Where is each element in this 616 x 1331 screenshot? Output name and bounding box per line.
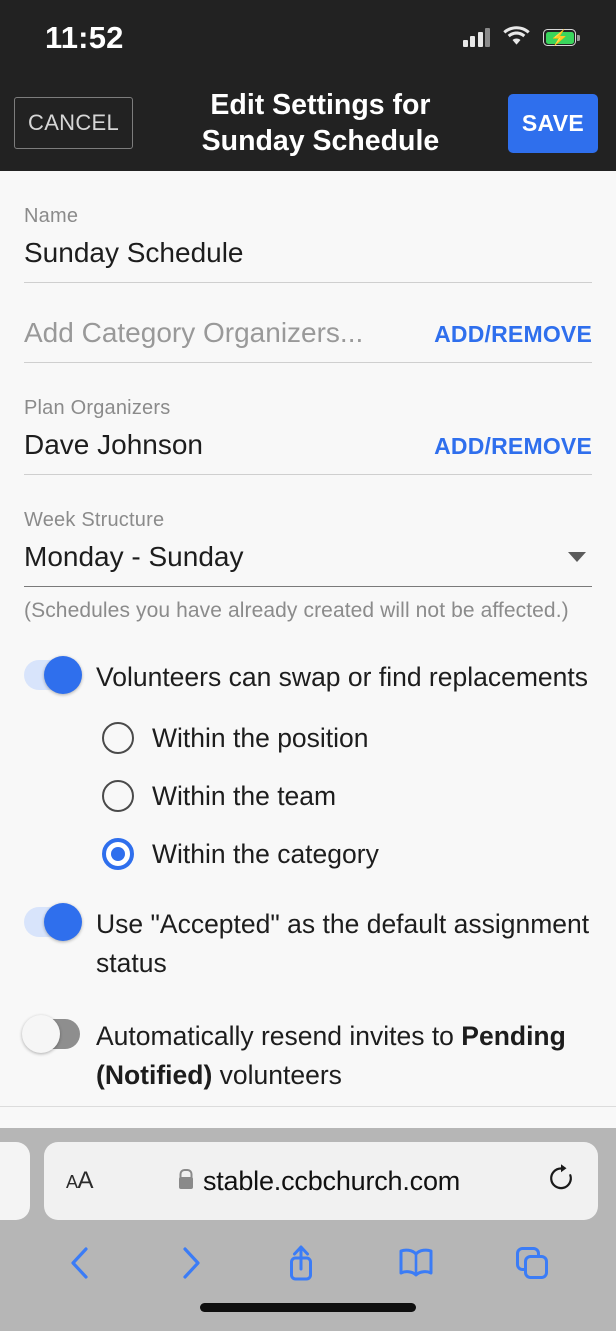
status-bar-time: 11:52	[45, 19, 124, 55]
resend-toggle-label: Automatically resend invites to Pending …	[96, 1015, 592, 1094]
settings-form: Name Sunday Schedule Add Category Organi…	[0, 171, 616, 1106]
week-structure-hint: (Schedules you have already created will…	[24, 599, 569, 622]
name-input[interactable]: Sunday Schedule	[24, 237, 592, 269]
bookmarks-button[interactable]	[397, 1246, 435, 1280]
radio-unchecked-icon	[102, 780, 134, 813]
adjacent-tab-peek[interactable]	[0, 1142, 30, 1220]
accepted-toggle[interactable]	[24, 903, 82, 942]
address-bar[interactable]: AA stable.ccbchurch.com	[44, 1142, 598, 1220]
cancel-button[interactable]: CANCEL	[14, 97, 134, 149]
resend-toggle[interactable]	[22, 1015, 80, 1054]
save-button[interactable]: SAVE	[507, 93, 598, 153]
week-structure-divider	[24, 586, 592, 587]
url-text: stable.ccbchurch.com	[202, 1165, 461, 1196]
page-title-line2: Sunday Schedule	[201, 125, 440, 157]
plan-organizers-label: Plan Organizers	[24, 397, 171, 419]
text-size-button[interactable]: AA	[66, 1167, 94, 1195]
name-field-label: Name	[24, 205, 79, 227]
resend-toggle-label-part1: Automatically resend invites to	[96, 1021, 462, 1052]
chevron-down-icon	[568, 552, 586, 562]
address-bar-content: stable.ccbchurch.com	[93, 1166, 546, 1197]
status-bar: 11:52 ⚡	[0, 0, 616, 75]
accepted-setting-row: Use "Accepted" as the default assignment…	[24, 903, 592, 982]
nav-bar: CANCEL Edit Settings for Sunday Schedule…	[0, 75, 616, 171]
week-structure-group: Week Structure Monday - Sunday (Schedule…	[24, 475, 592, 623]
radio-checked-icon	[102, 838, 134, 871]
name-field-group: Name Sunday Schedule	[24, 171, 592, 283]
page-title-line1: Edit Settings for	[210, 88, 431, 121]
home-indicator	[200, 1303, 416, 1312]
swap-scope-option-category-label: Within the category	[152, 838, 379, 869]
accepted-toggle-label: Use "Accepted" as the default assignment…	[96, 909, 590, 978]
swap-toggle[interactable]	[24, 656, 82, 694]
resend-setting-row: Automatically resend invites to Pending …	[22, 1015, 592, 1094]
forward-button[interactable]	[175, 1245, 205, 1281]
week-structure-label: Week Structure	[24, 509, 165, 531]
category-organizers-group: Add Category Organizers... ADD/REMOVE	[24, 283, 592, 363]
swap-scope-option-position[interactable]: Within the position	[102, 722, 592, 755]
back-button[interactable]	[66, 1245, 96, 1281]
browser-chrome: AA stable.ccbchurch.com	[0, 1128, 616, 1331]
plan-organizers-add-remove-link[interactable]: ADD/REMOVE	[434, 433, 592, 460]
browser-toolbar	[0, 1220, 616, 1306]
status-bar-icons: ⚡	[462, 25, 580, 50]
swap-setting-row: Volunteers can swap or find replacements	[24, 656, 592, 696]
week-structure-value: Monday - Sunday	[24, 541, 244, 572]
page-title: Edit Settings for Sunday Schedule	[143, 87, 498, 160]
battery-charging-icon: ⚡	[543, 29, 580, 46]
tabs-button[interactable]	[514, 1245, 550, 1281]
plan-organizers-value: Dave Johnson	[24, 429, 204, 460]
category-organizers-add-remove-link[interactable]: ADD/REMOVE	[434, 321, 592, 348]
radio-unchecked-icon	[102, 722, 134, 755]
plan-organizers-group: Plan Organizers Dave Johnson ADD/REMOVE	[24, 363, 592, 475]
swap-scope-option-category[interactable]: Within the category	[102, 838, 592, 871]
wifi-icon	[503, 25, 530, 50]
lock-icon	[178, 1177, 193, 1189]
category-organizers-input[interactable]: Add Category Organizers...	[24, 317, 363, 349]
swap-scope-option-team[interactable]: Within the team	[102, 780, 592, 813]
swap-scope-option-team-label: Within the team	[152, 780, 337, 811]
reload-icon[interactable]	[546, 1163, 576, 1199]
page-bottom-spacer	[0, 1106, 616, 1128]
swap-scope-option-position-label: Within the position	[152, 722, 369, 753]
week-structure-select[interactable]: Monday - Sunday	[24, 541, 592, 573]
phone-screen: 11:52 ⚡ CANCEL Edit Settings for Sunday	[0, 0, 616, 1331]
resend-toggle-label-part2: volunteers	[212, 1059, 342, 1090]
share-button[interactable]	[284, 1243, 318, 1283]
swap-toggle-label: Volunteers can swap or find replacements	[96, 662, 588, 692]
cellular-signal-icon	[462, 27, 490, 47]
